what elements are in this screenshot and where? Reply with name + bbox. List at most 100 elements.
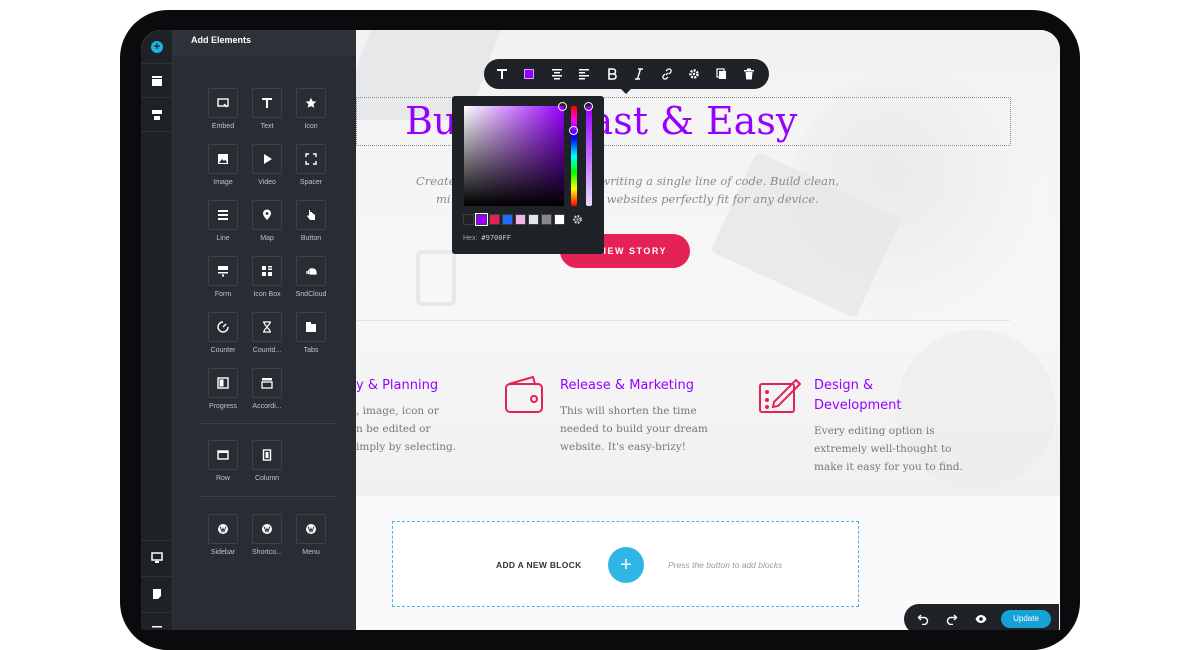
- feature-title[interactable]: y & Planning: [356, 376, 438, 396]
- hue-knob[interactable]: [569, 126, 578, 135]
- element-shortco[interactable]: Shortco...: [245, 514, 289, 556]
- hex-field[interactable]: Hex: #9700FF: [463, 234, 511, 242]
- element-text[interactable]: Text: [245, 88, 289, 130]
- color-swatch[interactable]: [502, 214, 513, 225]
- element-label: Menu: [302, 549, 320, 556]
- feature-text[interactable]: , image, icon or n be edited or imply by…: [356, 402, 456, 456]
- color-swatch[interactable]: [463, 214, 474, 225]
- element-image[interactable]: Image: [201, 144, 245, 186]
- link-button[interactable]: [653, 59, 681, 89]
- add-block-button[interactable]: +: [608, 547, 644, 583]
- element-accordi[interactable]: Accordi...: [245, 368, 289, 410]
- redo-button[interactable]: [937, 604, 966, 630]
- element-menu[interactable]: Menu: [289, 514, 333, 556]
- accordion-icon: [261, 378, 273, 389]
- embed-icon: [217, 98, 229, 108]
- link-icon: [662, 68, 672, 80]
- undo-icon: [917, 614, 928, 625]
- element-tile: [296, 144, 326, 174]
- text-icon: [262, 98, 272, 108]
- element-icon-box[interactable]: Icon Box: [245, 256, 289, 298]
- color-swatch[interactable]: [528, 214, 539, 225]
- element-tile: [296, 88, 326, 118]
- feature-text[interactable]: Every editing option is extremely well-t…: [814, 422, 963, 476]
- element-sidebar[interactable]: Sidebar: [201, 514, 245, 556]
- element-video[interactable]: Video: [245, 144, 289, 186]
- settings-button[interactable]: [681, 59, 709, 89]
- color-swatch[interactable]: [541, 214, 552, 225]
- align-center-button[interactable]: [543, 59, 571, 89]
- element-progress[interactable]: Progress: [201, 368, 245, 410]
- element-form[interactable]: Form: [201, 256, 245, 298]
- update-button[interactable]: Update: [1001, 610, 1051, 628]
- opacity-knob[interactable]: [584, 102, 593, 111]
- watch-photo: [416, 250, 456, 306]
- element-line[interactable]: Line: [201, 200, 245, 242]
- element-label: Counter: [210, 347, 236, 354]
- saturation-value-area[interactable]: [464, 106, 564, 206]
- typography-icon: [496, 69, 507, 79]
- color-swatch[interactable]: [515, 214, 526, 225]
- gear-icon: [689, 69, 699, 79]
- opacity-slider[interactable]: [586, 106, 592, 206]
- element-icon[interactable]: Icon: [289, 88, 333, 130]
- blocks-icon: [152, 75, 162, 86]
- color-swatch[interactable]: [475, 213, 488, 226]
- element-button[interactable]: Button: [289, 200, 333, 242]
- add-block-label: ADD A NEW BLOCK: [496, 560, 582, 570]
- text-toolbar: [484, 59, 769, 89]
- reorder-button[interactable]: [141, 98, 173, 132]
- saturation-knob[interactable]: [558, 102, 567, 111]
- element-tile: [296, 312, 326, 342]
- element-tabs[interactable]: Tabs: [289, 312, 333, 354]
- element-spacer[interactable]: Spacer: [289, 144, 333, 186]
- gear-icon[interactable]: [572, 214, 583, 225]
- hamburger-icon: [152, 625, 162, 627]
- element-countd[interactable]: Countd...: [245, 312, 289, 354]
- italic-icon: [635, 68, 644, 80]
- feature-title[interactable]: Design & Development: [814, 376, 902, 416]
- element-column[interactable]: Column: [245, 440, 289, 482]
- element-label: SndCloud: [295, 291, 327, 298]
- undo-button[interactable]: [908, 604, 937, 630]
- element-label: Tabs: [303, 347, 319, 354]
- hue-slider[interactable]: [571, 106, 577, 206]
- delete-button[interactable]: [736, 59, 764, 89]
- element-row[interactable]: Row: [201, 440, 245, 482]
- italic-button[interactable]: [626, 59, 654, 89]
- element-sndcloud[interactable]: SndCloud: [289, 256, 333, 298]
- text-color-button[interactable]: [516, 59, 544, 89]
- menu-button[interactable]: [141, 612, 173, 630]
- section-divider: [356, 320, 1010, 321]
- feature-title[interactable]: Release & Marketing: [560, 376, 694, 396]
- element-label: Form: [214, 291, 232, 298]
- element-label: Shortco...: [252, 549, 282, 556]
- line-icon: [218, 210, 228, 220]
- element-embed[interactable]: Embed: [201, 88, 245, 130]
- element-counter[interactable]: Counter: [201, 312, 245, 354]
- blocks-button[interactable]: [141, 64, 173, 98]
- add-elements-button[interactable]: +: [141, 30, 173, 64]
- typography-button[interactable]: [488, 59, 516, 89]
- column-icon: [262, 449, 272, 461]
- element-tile: [208, 440, 238, 470]
- device-preview-button[interactable]: [141, 540, 173, 574]
- preview-button[interactable]: [966, 604, 995, 630]
- color-swatch[interactable]: [489, 214, 500, 225]
- element-label: Progress: [208, 403, 237, 410]
- element-label: Column: [254, 475, 280, 482]
- design-icon[interactable]: [758, 374, 802, 418]
- color-swatch[interactable]: [554, 214, 565, 225]
- left-rail: +: [141, 30, 173, 630]
- color-picker: Hex: #9700FF: [452, 96, 604, 254]
- element-map[interactable]: Map: [245, 200, 289, 242]
- add-elements-panel: Add Elements Embed Text Icon Image Video Spac…: [173, 30, 356, 630]
- wallet-icon[interactable]: [503, 374, 547, 418]
- wordpress-icon: [306, 524, 316, 534]
- duplicate-button[interactable]: [708, 59, 736, 89]
- pages-button[interactable]: [141, 576, 173, 610]
- bold-button[interactable]: [598, 59, 626, 89]
- feature-text[interactable]: This will shorten the time needed to bui…: [560, 402, 708, 456]
- copy-icon: [716, 68, 726, 79]
- list-button[interactable]: [571, 59, 599, 89]
